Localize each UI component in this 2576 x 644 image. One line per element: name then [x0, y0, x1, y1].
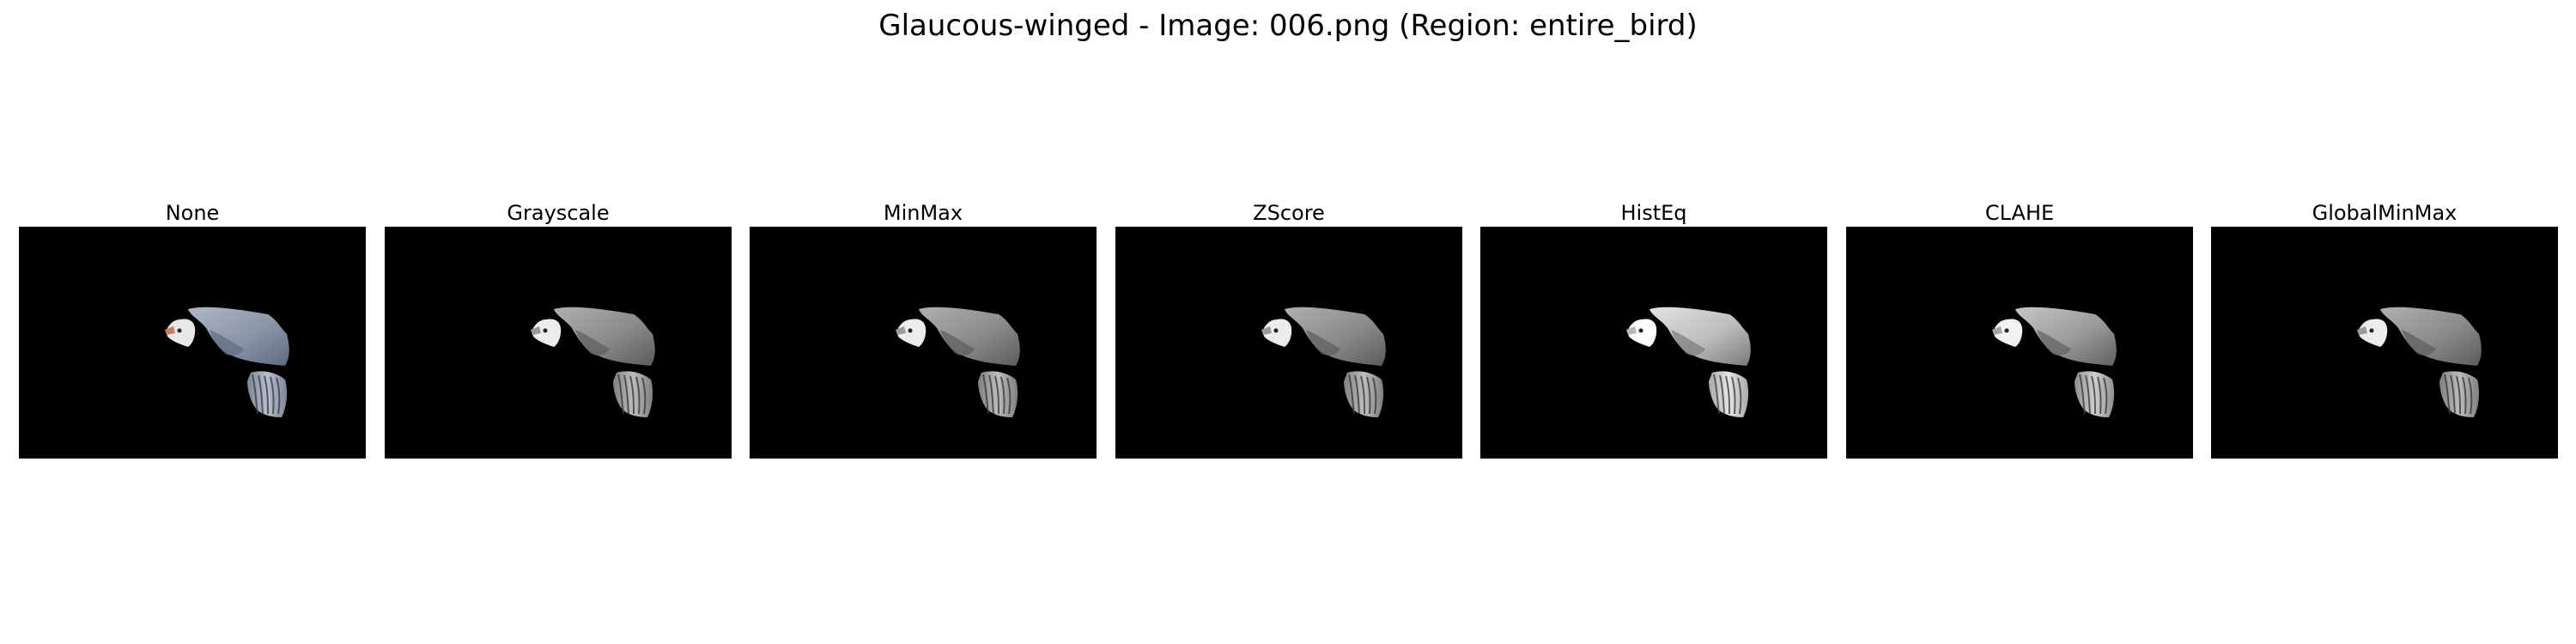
panel-title: Grayscale — [507, 201, 610, 225]
panel-title: ZScore — [1253, 201, 1325, 225]
bird-image-grayscale — [385, 227, 732, 459]
bird-body — [1285, 307, 1386, 366]
bird-eye — [177, 328, 182, 333]
bird-silhouette — [1626, 307, 1751, 417]
panel-title: CLAHE — [1984, 201, 2055, 225]
panel-title: None — [165, 201, 220, 225]
panel-title: HistEq — [1620, 201, 1687, 225]
panel-none: None — [19, 201, 366, 459]
bird-silhouette — [531, 307, 655, 417]
bird-body — [188, 307, 289, 366]
bird-body — [554, 307, 655, 366]
bird-body — [2015, 307, 2117, 366]
panel-zscore: ZScore — [1115, 201, 1462, 459]
bird-eye — [543, 328, 548, 333]
panel-globalminmax: GlobalMinMax — [2211, 201, 2558, 459]
panel-clahe: CLAHE — [1846, 201, 2193, 459]
bird-body — [919, 307, 1020, 366]
bird-silhouette — [896, 307, 1020, 417]
figure-title: Glaucous-winged - Image: 006.png (Region… — [878, 9, 1698, 43]
bird-silhouette — [1261, 307, 1386, 417]
bird-silhouette — [2357, 307, 2482, 417]
panel-histeq: HistEq — [1480, 201, 1827, 459]
bird-image-none — [19, 227, 366, 459]
bird-eye — [1273, 328, 1279, 333]
bird-image-minmax — [750, 227, 1097, 459]
bird-image-globalminmax — [2211, 227, 2558, 459]
panel-title: GlobalMinMax — [2312, 201, 2458, 225]
bird-eye — [1638, 328, 1643, 333]
bird-body — [1649, 307, 1751, 366]
bird-silhouette — [1992, 307, 2117, 417]
bird-body — [2380, 307, 2482, 366]
bird-silhouette — [165, 307, 289, 417]
panel-title: MinMax — [883, 201, 963, 225]
bird-image-zscore — [1115, 227, 1462, 459]
panel-grayscale: Grayscale — [385, 201, 732, 459]
bird-image-clahe — [1846, 227, 2193, 459]
bird-eye — [908, 328, 913, 333]
panel-minmax: MinMax — [750, 201, 1097, 459]
bird-eye — [2369, 328, 2374, 333]
bird-eye — [2004, 328, 2009, 333]
bird-image-histeq — [1480, 227, 1827, 459]
